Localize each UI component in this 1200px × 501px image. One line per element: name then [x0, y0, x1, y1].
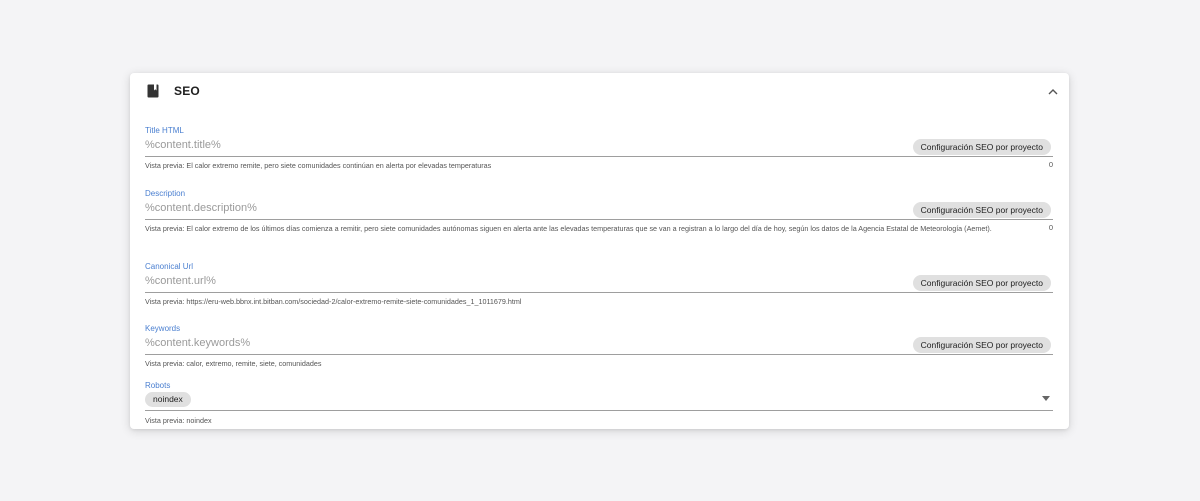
canonical-url-field: Canonical Url %content.url% Configuració…	[145, 262, 1053, 310]
field-underline	[145, 292, 1053, 293]
seo-config-button[interactable]: Configuración SEO por proyecto	[912, 139, 1051, 155]
title-html-field: Title HTML %content.title% Configuración…	[145, 126, 1053, 174]
canonical-url-input[interactable]: %content.url%	[145, 275, 216, 287]
char-counter: 0	[1048, 223, 1053, 232]
preview-text: Vista previa: calor, extremo, remite, si…	[145, 359, 322, 368]
robots-selected-chip[interactable]: noindex	[145, 392, 191, 407]
seo-config-button[interactable]: Configuración SEO por proyecto	[912, 275, 1051, 291]
seo-panel: SEO Title HTML %content.title% Configura…	[130, 73, 1069, 429]
field-label: Description	[145, 189, 186, 198]
preview-text: Vista previa: https://eru-web.bbnx.int.b…	[145, 297, 522, 306]
preview-text: Vista previa: noindex	[145, 416, 212, 425]
seo-panel-header[interactable]: SEO	[130, 73, 1069, 109]
keywords-field: Keywords %content.keywords% Configuració…	[145, 324, 1053, 372]
description-field: Description %content.description% Config…	[145, 189, 1053, 247]
description-input[interactable]: %content.description%	[145, 202, 257, 214]
chevron-up-icon[interactable]	[1046, 85, 1060, 99]
field-underline	[145, 156, 1053, 157]
book-icon	[147, 84, 159, 98]
preview-text: Vista previa: El calor extremo de los úl…	[145, 224, 992, 233]
field-label: Canonical Url	[145, 262, 194, 271]
field-underline	[145, 219, 1053, 220]
field-underline	[145, 410, 1053, 411]
keywords-input[interactable]: %content.keywords%	[145, 337, 250, 349]
title-html-input[interactable]: %content.title%	[145, 139, 221, 151]
seo-config-button[interactable]: Configuración SEO por proyecto	[912, 202, 1051, 218]
caret-down-icon[interactable]	[1042, 396, 1050, 401]
robots-field[interactable]: Robots noindex Vista previa: noindex	[145, 381, 1053, 429]
preview-text: Vista previa: El calor extremo remite, p…	[145, 161, 492, 170]
field-label: Keywords	[145, 324, 181, 333]
char-counter: 0	[1048, 160, 1053, 169]
seo-config-button[interactable]: Configuración SEO por proyecto	[912, 337, 1051, 353]
field-label: Title HTML	[145, 126, 184, 135]
field-label: Robots	[145, 381, 171, 390]
section-title: SEO	[174, 84, 200, 98]
field-underline	[145, 354, 1053, 355]
